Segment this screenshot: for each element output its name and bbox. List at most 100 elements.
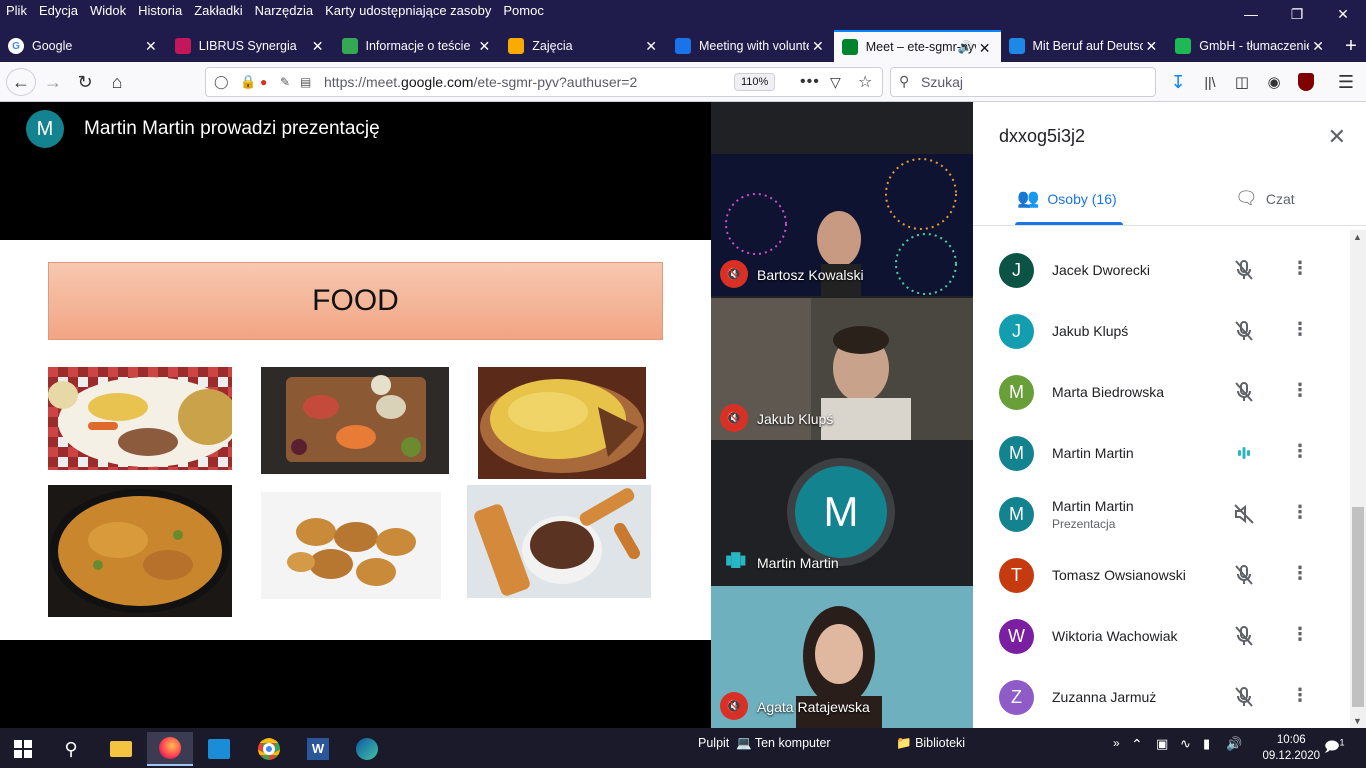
- restore-button[interactable]: ❐: [1274, 0, 1320, 28]
- download-icon[interactable]: ↧: [1163, 68, 1193, 96]
- participant-tile[interactable]: 🔇 Bartosz Kowalski: [711, 154, 973, 296]
- tab-close-icon[interactable]: ✕: [312, 38, 324, 55]
- search-input[interactable]: ⚲ Szukaj: [890, 67, 1156, 97]
- mic-off-icon[interactable]: [1231, 379, 1257, 405]
- mic-off-icon[interactable]: [1231, 623, 1257, 649]
- browser-tab[interactable]: Informacje o teście ✕: [334, 30, 501, 62]
- scrollbar-thumb[interactable]: [1352, 507, 1364, 707]
- participant-tile[interactable]: 🔇 Agata Ratajewska: [711, 586, 973, 728]
- participant-tile[interactable]: 🔇 Jakub Klupś: [711, 298, 973, 440]
- participant-row[interactable]: M Martin Martin Prezentacja ⋮: [973, 484, 1349, 545]
- search-taskbar-icon[interactable]: ⚲: [48, 732, 94, 766]
- url-bar[interactable]: ◯ 🔒 ● ✎ ▤ https://meet.google.com/ete-sg…: [205, 67, 883, 97]
- minimize-button[interactable]: —: [1228, 0, 1274, 28]
- scroll-up-icon[interactable]: ▲: [1353, 232, 1362, 242]
- participant-row[interactable]: J Jacek Dworecki ⋮: [973, 240, 1349, 301]
- url-text[interactable]: https://meet.google.com/ete-sgmr-pyv?aut…: [324, 74, 637, 90]
- meet-now-icon[interactable]: ▣: [1156, 736, 1168, 752]
- network-icon[interactable]: ∿: [1180, 736, 1191, 752]
- lock-icon[interactable]: 🔒: [240, 74, 256, 90]
- menu-item[interactable]: Karty udostępniające zasoby: [325, 3, 491, 18]
- menu-item[interactable]: Pomoc: [503, 3, 543, 18]
- browser-tab[interactable]: Meet – ete-sgmr-pyv 🔊 ✕: [833, 30, 1001, 62]
- more-options-icon[interactable]: ⋮: [1291, 319, 1309, 340]
- browser-tab[interactable]: Zajęcia ✕: [500, 30, 667, 62]
- account-icon[interactable]: ◉: [1259, 68, 1289, 96]
- mic-off-icon[interactable]: [1231, 562, 1257, 588]
- more-options-icon[interactable]: ⋮: [1291, 380, 1309, 401]
- browser-tab[interactable]: LIBRUS Synergia ✕: [167, 30, 334, 62]
- control-panel-icon[interactable]: [196, 732, 242, 766]
- menu-icon[interactable]: ☰: [1331, 68, 1361, 96]
- mic-off-icon[interactable]: [1231, 684, 1257, 710]
- participant-row[interactable]: T Tomasz Owsianowski ⋮: [973, 545, 1349, 606]
- participant-row[interactable]: M Martin Martin ⋮: [973, 423, 1349, 484]
- tray-overflow-icon[interactable]: ⌃: [1131, 736, 1143, 753]
- edge-icon[interactable]: [344, 732, 390, 766]
- forward-button[interactable]: →: [38, 68, 68, 96]
- volume-icon[interactable]: 🔊: [1226, 736, 1242, 752]
- library-icon[interactable]: ||\: [1195, 68, 1225, 96]
- more-options-icon[interactable]: ⋮: [1291, 624, 1309, 645]
- menu-item[interactable]: Historia: [138, 3, 182, 18]
- close-window-button[interactable]: ✕: [1320, 0, 1366, 28]
- mic-off-icon[interactable]: [1231, 257, 1257, 283]
- browser-tab[interactable]: Mit Beruf auf Deutsch ✕: [1001, 30, 1168, 62]
- participant-row[interactable]: Z Zuzanna Jarmuż ⋮: [973, 667, 1349, 728]
- speaker-off-icon[interactable]: [1231, 501, 1257, 527]
- tab-close-icon[interactable]: ✕: [1146, 38, 1158, 55]
- firefox-icon[interactable]: [147, 732, 193, 766]
- pocket-icon[interactable]: ▽: [830, 74, 841, 91]
- menu-item[interactable]: Zakładki: [194, 3, 242, 18]
- close-icon[interactable]: ✕: [1328, 124, 1346, 150]
- back-button[interactable]: ←: [6, 68, 36, 96]
- tab-close-icon[interactable]: ✕: [479, 38, 491, 55]
- screen-share-icon[interactable]: ▤: [300, 75, 311, 89]
- tab-close-icon[interactable]: ✕: [979, 40, 991, 57]
- tab-chat[interactable]: 🗨 Czat: [1235, 188, 1295, 209]
- this-pc-toolbar-item[interactable]: 💻 Ten komputer: [736, 736, 831, 751]
- home-icon[interactable]: ⌂: [102, 68, 132, 96]
- notification-center-icon[interactable]: 🗩1: [1324, 736, 1345, 760]
- toolbar-expand-icon[interactable]: »: [1113, 736, 1120, 750]
- tab-people[interactable]: 👥 Osoby (16): [1017, 188, 1117, 209]
- mic-off-icon[interactable]: [1231, 318, 1257, 344]
- microphone-icon[interactable]: ✎: [280, 75, 290, 89]
- browser-tab[interactable]: GmbH - tłumaczenie ✕: [1167, 30, 1334, 62]
- tab-close-icon[interactable]: ✕: [812, 38, 824, 55]
- chrome-icon[interactable]: [246, 732, 292, 766]
- start-button[interactable]: [0, 732, 46, 766]
- menu-item[interactable]: Widok: [90, 3, 126, 18]
- scroll-down-icon[interactable]: ▼: [1353, 716, 1362, 726]
- browser-tab[interactable]: Meeting with volunteers✕: [667, 30, 834, 62]
- more-options-icon[interactable]: ⋮: [1291, 563, 1309, 584]
- sidebar-icon[interactable]: ◫: [1227, 68, 1257, 96]
- libraries-toolbar-item[interactable]: 📁 Biblioteki: [896, 736, 965, 751]
- word-icon[interactable]: W: [295, 732, 341, 766]
- bookmark-star-icon[interactable]: ☆: [858, 72, 872, 92]
- desktop-toolbar-label[interactable]: Pulpit: [698, 736, 729, 750]
- menu-item[interactable]: Edycja: [39, 3, 78, 18]
- panel-scrollbar[interactable]: ▲ ▼: [1350, 230, 1366, 728]
- tab-audio-icon[interactable]: 🔊: [958, 40, 973, 54]
- participant-row[interactable]: M Marta Biedrowska ⋮: [973, 362, 1349, 423]
- file-explorer-icon[interactable]: [98, 732, 144, 766]
- clock[interactable]: 10:06 09.12.2020: [1262, 732, 1320, 764]
- camera-icon[interactable]: ●: [260, 75, 267, 89]
- zoom-level[interactable]: 110%: [734, 73, 776, 91]
- shield-icon[interactable]: ◯: [214, 74, 229, 90]
- participant-tile[interactable]: M ▮█▮ Martin Martin: [711, 442, 973, 584]
- tab-close-icon[interactable]: ✕: [145, 38, 157, 55]
- tab-close-icon[interactable]: ✕: [1312, 38, 1324, 55]
- participant-row[interactable]: J Jakub Klupś ⋮: [973, 301, 1349, 362]
- battery-icon[interactable]: ▮: [1203, 736, 1210, 752]
- menu-item[interactable]: Plik: [6, 3, 27, 18]
- speaking-indicator-icon[interactable]: [1231, 440, 1257, 466]
- ublock-icon[interactable]: [1291, 68, 1321, 96]
- menu-item[interactable]: Narzędzia: [255, 3, 314, 18]
- more-options-icon[interactable]: ⋮: [1291, 441, 1309, 462]
- more-options-icon[interactable]: ⋮: [1291, 685, 1309, 706]
- participant-row[interactable]: W Wiktoria Wachowiak ⋮: [973, 606, 1349, 667]
- more-options-icon[interactable]: ⋮: [1291, 502, 1309, 523]
- page-actions-icon[interactable]: •••: [800, 73, 820, 91]
